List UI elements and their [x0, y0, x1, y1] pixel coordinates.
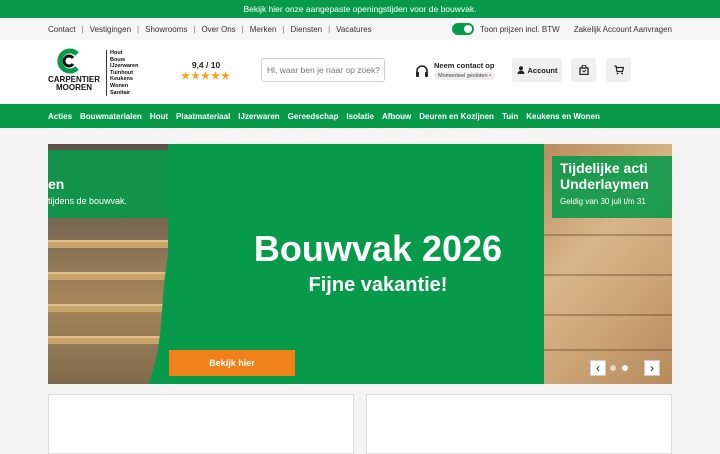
vat-toggle[interactable] — [452, 23, 475, 35]
plywood-layer — [544, 234, 672, 236]
logo-name-line2: MOOREN — [56, 83, 92, 92]
plywood-layer — [544, 274, 672, 276]
closed-dot-icon: • — [489, 73, 491, 79]
top-navigation: Contact | Vestigingen | Showrooms | Over On… — [0, 18, 720, 40]
logo-category: IJzerwaren — [110, 63, 139, 70]
top-link-vestigingen[interactable]: Vestigingen — [90, 25, 131, 34]
carousel-dot[interactable] — [610, 365, 616, 371]
nav-item-hout[interactable]: Hout — [150, 112, 168, 121]
logo-categories: Hout Bouw IJzerwaren Tuinhout Keukens Wo… — [106, 50, 139, 97]
nav-item-plaatmateriaal[interactable]: Plaatmateriaal — [176, 112, 230, 121]
contact-widget[interactable]: Neem contact op Momenteel gesloten • — [414, 60, 506, 84]
next-slide-title-line2: Underlaymen — [560, 176, 649, 192]
separator: | — [241, 24, 244, 34]
carousel-dots — [610, 365, 628, 371]
promo-banner[interactable]: Bekijk hier onze aangepaste openingstijd… — [0, 0, 720, 18]
rating-score: 9,4 / 10 — [191, 60, 221, 70]
top-links: Contact | Vestigingen | Showrooms | Over On… — [48, 18, 372, 40]
logo[interactable]: CARPENTIER MOOREN Hout Bouw IJzerwaren T… — [48, 48, 148, 98]
top-right: Toon prijzen incl. BTW Zakelijk Account … — [452, 18, 672, 40]
content-card-left[interactable] — [48, 394, 354, 454]
logo-category: Bouw — [110, 56, 125, 63]
logo-category: Wonen — [110, 82, 129, 89]
top-link-diensten[interactable]: Diensten — [291, 25, 323, 34]
search-input[interactable] — [261, 58, 385, 82]
hero-slide-next[interactable]: Tijdelijke acti Underlaymen Geldig van 3… — [544, 144, 672, 384]
nav-item-tuin[interactable]: Tuin — [502, 112, 518, 121]
top-link-contact[interactable]: Contact — [48, 25, 76, 34]
logo-category: Tuinhout — [110, 69, 134, 76]
top-link-over-ons[interactable]: Over Ons — [201, 25, 235, 34]
carousel-prev-arrow-icon[interactable]: ‹ — [590, 360, 606, 376]
top-link-merken[interactable]: Merken — [250, 25, 277, 34]
logo-category: Hout — [110, 50, 123, 56]
hero-carousel[interactable]: en tijdens de bouwvak. Bouwvak 2026 Fijn… — [48, 144, 672, 384]
top-link-vacatures[interactable]: Vacatures — [336, 25, 371, 34]
cart-icon — [614, 65, 624, 75]
cart-button[interactable] — [606, 58, 631, 82]
main-navigation: Acties Bouwmaterialen Hout Plaatmateriaa… — [0, 104, 720, 128]
separator: | — [282, 24, 285, 34]
content-card-right[interactable] — [366, 394, 672, 454]
next-slide-caption: Tijdelijke acti Underlaymen Geldig van 3… — [552, 156, 672, 218]
separator: | — [193, 24, 196, 34]
main-nav-list: Acties Bouwmaterialen Hout Plaatmateriaa… — [48, 104, 600, 128]
business-account-link[interactable]: Zakelijk Account Aanvragen — [574, 25, 672, 34]
hero-title: Bouwvak 2026 — [253, 228, 503, 269]
nav-item-keukens-en-wonen[interactable]: Keukens en Wonen — [526, 112, 600, 121]
plywood-layer — [544, 349, 672, 351]
next-slide-title-line1: Tijdelijke acti — [560, 160, 648, 176]
orders-button[interactable] — [571, 58, 596, 82]
contact-title: Neem contact op — [434, 61, 495, 70]
account-label: Account — [527, 65, 558, 75]
logo-category: Sanitair — [110, 89, 131, 96]
nav-item-acties[interactable]: Acties — [48, 112, 72, 121]
bag-icon — [578, 65, 589, 75]
review-rating[interactable]: 9,4 / 10 ★★★★★ — [178, 60, 234, 82]
separator: | — [137, 24, 140, 34]
promo-text[interactable]: Bekijk hier onze aangepaste openingstijd… — [244, 4, 477, 14]
plywood-layer — [544, 314, 672, 316]
account-button[interactable]: Account — [512, 58, 562, 82]
vat-toggle-label: Toon prijzen incl. BTW — [480, 24, 560, 34]
hero-subtitle: Fijne vakantie! — [308, 274, 448, 296]
next-slide-subtitle: Geldig van 30 juli t/m 31 — [560, 197, 646, 206]
nav-item-bouwmaterialen[interactable]: Bouwmaterialen — [80, 112, 142, 121]
separator: | — [81, 24, 84, 34]
header: CARPENTIER MOOREN Hout Bouw IJzerwaren T… — [0, 40, 720, 104]
logo-category: Keukens — [110, 76, 133, 83]
nav-item-ijzerwaren[interactable]: IJzerwaren — [238, 112, 279, 121]
logo-name: CARPENTIER MOOREN — [48, 76, 100, 92]
carousel-dot-active[interactable] — [622, 365, 628, 371]
headset-icon — [416, 65, 428, 77]
rating-stars-icon: ★★★★★ — [181, 71, 231, 82]
carousel-next-arrow-icon[interactable]: › — [644, 360, 660, 376]
top-link-showrooms[interactable]: Showrooms — [145, 25, 187, 34]
contact-status: Momenteel gesloten • — [434, 72, 495, 80]
logo-mark-icon — [57, 48, 79, 74]
contact-status-text: Momenteel gesloten — [438, 73, 488, 79]
user-icon — [517, 66, 524, 74]
nav-item-isolatie[interactable]: Isolatie — [346, 112, 374, 121]
nav-item-gereedschap[interactable]: Gereedschap — [288, 112, 339, 121]
nav-item-afbouw[interactable]: Afbouw — [382, 112, 411, 121]
separator: | — [328, 24, 331, 34]
nav-item-deuren-en-kozijnen[interactable]: Deuren en Kozijnen — [419, 112, 494, 121]
view-here-button[interactable]: Bekijk hier — [169, 350, 295, 376]
